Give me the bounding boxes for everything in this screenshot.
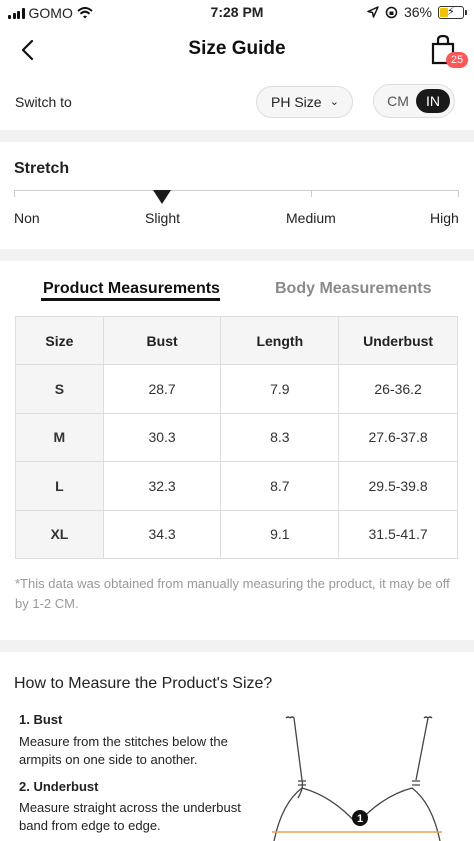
- step-marker-label: 1: [357, 813, 363, 825]
- unit-in-option[interactable]: IN: [416, 89, 450, 113]
- unit-cm-option[interactable]: CM: [380, 89, 416, 113]
- stretch-tick: [311, 190, 312, 197]
- stretch-marker-icon: [153, 190, 171, 204]
- stretch-line: [14, 190, 459, 191]
- stretch-tick: [14, 190, 15, 197]
- header: Size Guide 25: [0, 26, 474, 74]
- underbust-cell: 26-36.2: [338, 364, 458, 414]
- stretch-level-medium: Medium: [286, 210, 336, 226]
- size-cell: S: [15, 364, 104, 414]
- length-cell: 8.7: [220, 461, 340, 511]
- bust-cell: 32.3: [102, 461, 222, 511]
- underbust-cell: 29.5-39.8: [338, 461, 458, 511]
- column-header: Length: [220, 315, 340, 366]
- table-row: M 30.3 8.3 27.6-37.8: [15, 412, 458, 463]
- battery-percent: 36%: [403, 4, 432, 20]
- underbust-cell: 31.5-41.7: [338, 509, 458, 559]
- underbust-cell: 27.6-37.8: [338, 412, 458, 463]
- active-tab-indicator: [41, 298, 220, 301]
- region-size-value: PH Size: [271, 94, 322, 110]
- unit-toggle: CM IN: [373, 84, 455, 118]
- stretch-scale: Non Slight Medium High: [14, 190, 459, 230]
- length-cell: 8.3: [220, 412, 340, 463]
- step-heading-underbust: 2. Underbust: [19, 779, 99, 794]
- stretch-tick: [458, 190, 459, 197]
- stretch-title: Stretch: [14, 160, 70, 177]
- step-text-underbust: Measure straight across the underbust ba…: [19, 800, 241, 833]
- stretch-level-non: Non: [14, 210, 40, 226]
- page-title: Size Guide: [188, 38, 286, 59]
- section-divider: [0, 249, 474, 261]
- bra-measurement-illustration: 1: [272, 716, 442, 841]
- bust-cell: 28.7: [102, 364, 222, 414]
- bust-cell: 30.3: [102, 412, 222, 463]
- measurement-footnote: *This data was obtained from manually me…: [15, 576, 450, 611]
- length-cell: 7.9: [220, 364, 340, 414]
- table-row: S 28.7 7.9 26-36.2: [15, 364, 458, 414]
- status-right: 36% ⚡: [367, 4, 467, 20]
- rotation-lock-icon: [385, 6, 398, 18]
- tab-body-measurements[interactable]: Body Measurements: [275, 280, 432, 298]
- column-header: Underbust: [338, 315, 458, 366]
- chevron-down-icon: ⌄: [329, 96, 339, 108]
- switch-label: Switch to: [15, 94, 72, 110]
- table-row: L 32.3 8.7 29.5-39.8: [15, 461, 458, 511]
- bust-cell: 34.3: [102, 509, 222, 559]
- status-bar: GOMO 7:28 PM 36% ⚡: [0, 0, 474, 26]
- size-table: Size Bust Length Underbust S 28.7 7.9 26…: [15, 315, 458, 559]
- column-header: Bust: [102, 315, 222, 366]
- size-cell: XL: [15, 509, 104, 559]
- column-header: Size: [15, 315, 104, 366]
- stretch-level-high: High: [430, 210, 459, 226]
- step-heading-bust: 1. Bust: [19, 712, 63, 727]
- switch-row: Switch to PH Size ⌄ CM IN: [0, 78, 474, 128]
- section-divider: [0, 130, 474, 142]
- section-divider: [0, 640, 474, 652]
- stretch-level-slight: Slight: [145, 210, 181, 226]
- table-row: XL 34.3 9.1 31.5-41.7: [15, 509, 458, 559]
- tab-product-measurements[interactable]: Product Measurements: [43, 280, 220, 298]
- size-cell: M: [15, 412, 104, 463]
- table-header-row: Size Bust Length Underbust: [15, 315, 458, 366]
- step-text-bust: Measure from the stitches below the armp…: [19, 734, 228, 767]
- location-icon: [367, 6, 379, 18]
- cart-count-badge: 25: [446, 52, 468, 68]
- region-size-select[interactable]: PH Size ⌄: [256, 86, 353, 118]
- battery-icon: ⚡: [438, 5, 467, 19]
- how-to-measure-title: How to Measure the Product's Size?: [14, 675, 273, 692]
- size-cell: L: [15, 461, 104, 511]
- length-cell: 9.1: [220, 509, 340, 559]
